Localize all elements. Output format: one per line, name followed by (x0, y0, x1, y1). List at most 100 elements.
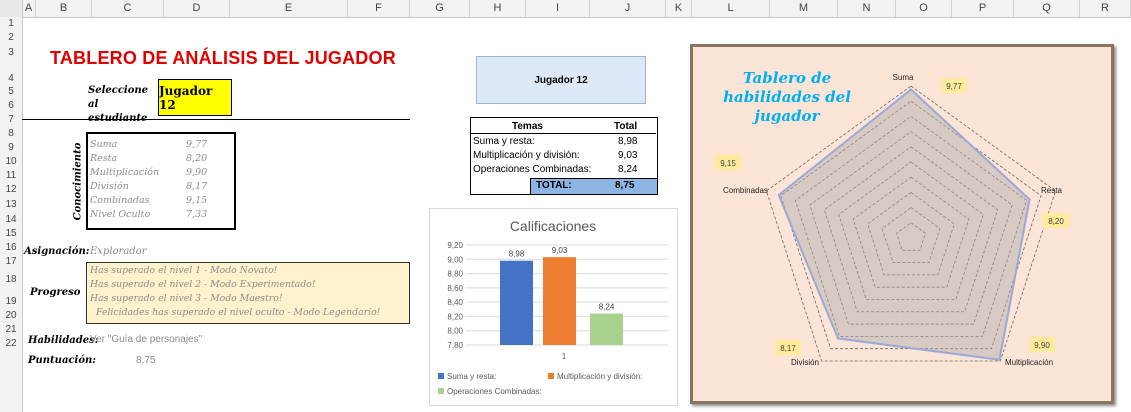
row-header: 1 2 3 4 5 6 7 8 9 10 11 12 13 14 15 16 17 18 19 20 21 22 (0, 17, 23, 412)
skill-name: Suma (90, 139, 118, 150)
column-header-k[interactable]: K (666, 0, 692, 17)
skill-name: Resta (90, 153, 118, 164)
row-header-20[interactable]: 20 (0, 308, 22, 323)
row-header-16[interactable]: 16 (0, 241, 22, 255)
radar-series-area (777, 88, 1031, 361)
column-header-q[interactable]: Q (1014, 0, 1080, 17)
x-tick-label: 1 (562, 352, 567, 361)
column-header-e[interactable]: E (230, 0, 348, 17)
row-header-11[interactable]: 11 (0, 169, 22, 183)
row-header-18[interactable]: 18 (0, 269, 22, 285)
column-header-a[interactable]: A (22, 0, 36, 17)
bar-chart-svg: Calificaciones 7,80 8,00 8,20 8,40 8,60 8,80 9,… (438, 218, 668, 396)
column-header-d[interactable]: D (164, 0, 230, 17)
summary-total-label: TOTAL: (536, 180, 572, 191)
legend-label: Operaciones Combinadas: (447, 387, 542, 396)
progress-line: Felicidades has superado el nivel oculto… (96, 307, 381, 318)
y-tick-label: 8,80 (447, 270, 463, 279)
progress-line: Has superado el nivel 3 - Modo Maestro! (90, 293, 283, 304)
radar-data-label: 8,20 (1048, 217, 1064, 226)
radar-title: Tablero de habilidades del jugador (723, 69, 851, 125)
skill-value: 7,33 (186, 209, 208, 220)
row-header-12[interactable]: 12 (0, 183, 22, 197)
column-header-b[interactable]: B (36, 0, 92, 17)
row-header-5[interactable]: 5 (0, 85, 22, 99)
radar-data-label: 9,77 (946, 82, 962, 91)
row-header-22[interactable]: 22 (0, 337, 22, 351)
radar-axis-label: División (791, 358, 819, 367)
row-header-17[interactable]: 17 (0, 255, 22, 269)
radar-axis-label: Suma (893, 73, 914, 82)
select-all-corner[interactable] (0, 0, 23, 17)
row-header-19[interactable]: 19 (0, 283, 22, 308)
column-header-o[interactable]: O (896, 0, 952, 17)
row-header-7[interactable]: 7 (0, 113, 22, 127)
column-header-p[interactable]: P (952, 0, 1014, 17)
column-header-g[interactable]: G (410, 0, 470, 17)
bar-data-label: 8,24 (599, 303, 615, 312)
summary-header-total: Total (614, 121, 638, 132)
knowledge-label: Conocimiento (72, 142, 84, 221)
skill-name: División (90, 181, 129, 192)
radar-axis-label: Multiplicación (1005, 358, 1053, 367)
radar-axis-label: Combinadas (723, 186, 768, 195)
bar-chart-title: Calificaciones (510, 218, 596, 234)
row-header-10[interactable]: 10 (0, 155, 22, 169)
column-header-n[interactable]: N (838, 0, 896, 17)
row-header-15[interactable]: 15 (0, 227, 22, 241)
column-header-l[interactable]: L (692, 0, 770, 17)
column-header-f[interactable]: F (348, 0, 410, 17)
y-tick-label: 8,00 (447, 327, 463, 336)
row-header-4[interactable]: 4 (0, 60, 22, 85)
row-header-2[interactable]: 2 (0, 31, 22, 45)
progress-line: Has superado el nivel 1 - Modo Novato! (90, 265, 278, 276)
column-header-c[interactable]: C (92, 0, 164, 17)
legend-swatch (438, 388, 444, 394)
legend-swatch (548, 373, 554, 379)
skills-guide-link[interactable]: Ver "Guía de personajes" (90, 334, 202, 345)
legend-label: Suma y resta: (447, 372, 496, 381)
row-header-13[interactable]: 13 (0, 197, 22, 213)
row-header-14[interactable]: 14 (0, 213, 22, 227)
column-header-i[interactable]: I (526, 0, 590, 17)
column-header-r[interactable]: R (1080, 0, 1131, 17)
bar-3 (590, 313, 623, 345)
bar-data-label: 8,98 (509, 250, 525, 259)
summary-total: 9,03 (618, 150, 638, 161)
radar-data-label: 8,17 (780, 344, 796, 353)
skill-value: 9,15 (186, 195, 208, 206)
row-header-6[interactable]: 6 (0, 99, 22, 113)
y-tick-label: 9,00 (447, 255, 463, 264)
bar-1 (500, 260, 533, 345)
skill-value: 8,17 (186, 181, 208, 192)
column-header-h[interactable]: H (470, 0, 526, 17)
skill-name: Combinadas (90, 195, 150, 206)
summary-topic: Suma y resta: (473, 136, 535, 147)
column-header-m[interactable]: M (770, 0, 838, 17)
bar-chart[interactable]: Calificaciones 7,80 8,00 8,20 8,40 8,60 8,80 9,… (429, 208, 678, 406)
column-header-j[interactable]: J (590, 0, 666, 17)
y-tick-label: 7,80 (447, 341, 463, 350)
score-label: Puntuación: (28, 355, 96, 366)
radar-data-label: 9,90 (1034, 341, 1050, 350)
row-header-3[interactable]: 3 (0, 45, 22, 60)
summary-header-topics: Temas (512, 121, 543, 132)
player-selector[interactable]: Jugador 12 (158, 79, 232, 116)
legend-swatch (438, 373, 444, 379)
summary-topic: Operaciones Combinadas: (473, 164, 592, 175)
row-header-9[interactable]: 9 (0, 141, 22, 155)
summary-total: 8,24 (618, 164, 638, 175)
row-header-1[interactable]: 1 (0, 17, 22, 31)
skill-value: 9,77 (186, 139, 208, 150)
player-selector-value: Jugador 12 (159, 83, 213, 112)
skill-value: 9,90 (186, 167, 208, 178)
assignment-value: Explorador (90, 246, 147, 257)
column-header: ABCDEFGHIJKLMNOPQR (0, 0, 1131, 18)
row-header-8[interactable]: 8 (0, 127, 22, 141)
progress-label: Progreso (30, 287, 81, 298)
skill-value: 8,20 (186, 153, 208, 164)
row-header-21[interactable]: 21 (0, 323, 22, 337)
skill-name: Multiplicación (90, 167, 160, 178)
page-title: TABLERO DE ANÁLISIS DEL JUGADOR (50, 48, 396, 68)
radar-axis-label: Resta (1041, 186, 1062, 195)
